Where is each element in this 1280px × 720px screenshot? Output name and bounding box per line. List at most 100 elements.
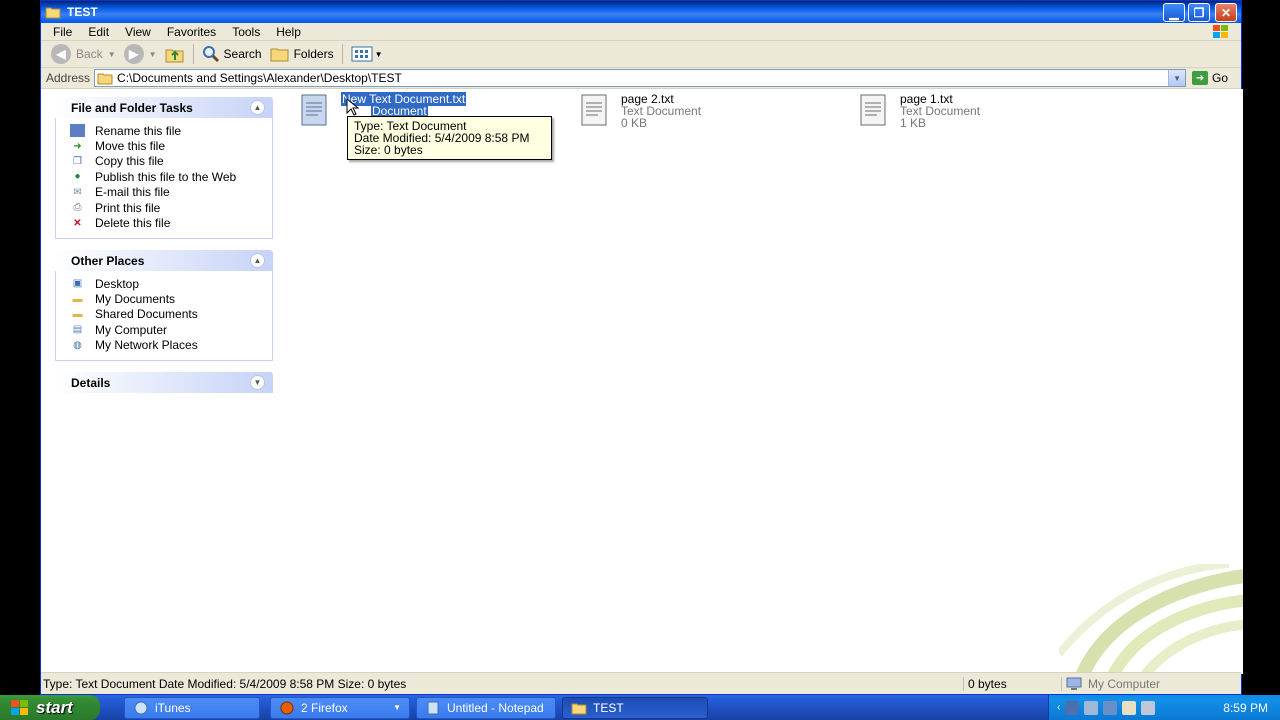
taskbar-item-firefox[interactable]: 2 Firefox ▼ — [270, 696, 410, 719]
clock[interactable]: 8:59 PM — [1223, 701, 1268, 715]
taskbar-label: Untitled - Notepad — [447, 700, 544, 715]
maximize-button[interactable]: ❐ — [1188, 3, 1210, 22]
up-button[interactable] — [161, 43, 189, 65]
place-my-computer[interactable]: ▤ My Computer — [70, 322, 272, 337]
task-rename[interactable]: Rename this file — [70, 123, 272, 138]
file-size: 1 KB — [900, 116, 927, 130]
printer-icon: ⎙ — [73, 202, 82, 214]
title-bar[interactable]: TEST ▁ ❐ ✕ — [41, 1, 1241, 23]
system-tray: ‹ 8:59 PM — [1048, 695, 1280, 720]
file-folder-tasks-panel: File and Folder Tasks ▲ Rename this file… — [55, 97, 273, 239]
menu-tools[interactable]: Tools — [224, 25, 268, 39]
go-button[interactable]: ➔ Go — [1192, 71, 1228, 85]
file-size: 0 KB — [621, 116, 648, 130]
folders-label: Folders — [293, 47, 334, 61]
tray-user-icon[interactable] — [1103, 700, 1118, 715]
chevron-down-icon: ▼ — [374, 49, 383, 59]
close-button[interactable]: ✕ — [1215, 3, 1237, 22]
place-label: My Network Places — [95, 338, 198, 353]
status-zone: My Computer — [1061, 676, 1161, 691]
toolbar: ◀ Back ▼ ▶ ▼ Search Folders ▼ — [41, 41, 1241, 68]
task-label: Copy this file — [95, 154, 164, 169]
tray-app-icon[interactable] — [1065, 700, 1080, 715]
other-places-panel: Other Places ▲ ▣ Desktop ▬ My Documents ▬ S… — [55, 250, 273, 361]
status-zone-label: My Computer — [1088, 676, 1161, 691]
delete-x-icon: ✕ — [73, 217, 82, 229]
status-size: 0 bytes — [963, 676, 1061, 691]
file-folder-tasks-header[interactable]: File and Folder Tasks ▲ — [55, 97, 273, 118]
start-label: start — [36, 697, 73, 717]
menu-view[interactable]: View — [117, 25, 159, 39]
tray-network-icon[interactable] — [1084, 700, 1099, 715]
folders-button[interactable]: Folders — [266, 43, 338, 65]
firefox-icon — [280, 701, 294, 714]
place-my-documents[interactable]: ▬ My Documents — [70, 291, 272, 306]
task-copy[interactable]: ❐ Copy this file — [70, 154, 272, 169]
email-icon: ✉ — [73, 186, 82, 198]
chevron-down-icon: ▼ — [107, 49, 116, 59]
itunes-icon — [134, 701, 148, 714]
tray-expand-icon[interactable]: ‹ — [1057, 702, 1060, 713]
taskbar-item-itunes[interactable]: iTunes — [124, 696, 260, 719]
place-shared-documents[interactable]: ▬ Shared Documents — [70, 307, 272, 322]
collapse-icon[interactable]: ▲ — [250, 100, 265, 115]
file-item[interactable]: page 1.txt Text Document 1 KB — [858, 93, 980, 129]
place-my-network[interactable]: ◍ My Network Places — [70, 338, 272, 353]
task-print[interactable]: ⎙ Print this file — [70, 200, 272, 215]
task-label: Rename this file — [95, 123, 182, 138]
forward-arrow-icon: ▶ — [123, 44, 144, 64]
file-item[interactable]: page 2.txt Text Document 0 KB — [579, 93, 701, 129]
address-input[interactable]: C:\Documents and Settings\Alexander\Desk… — [94, 69, 1187, 87]
window-title: TEST — [67, 5, 98, 19]
chevron-down-icon: ▼ — [148, 49, 157, 59]
tray-mail-icon[interactable] — [1122, 700, 1137, 715]
back-label: Back — [76, 47, 103, 61]
task-label: Print this file — [95, 200, 161, 215]
menu-help[interactable]: Help — [268, 25, 309, 39]
menu-favorites[interactable]: Favorites — [159, 25, 224, 39]
forward-button[interactable]: ▶ ▼ — [120, 43, 161, 65]
back-button[interactable]: ◀ Back ▼ — [47, 43, 120, 65]
minimize-button[interactable]: ▁ — [1163, 3, 1185, 22]
taskbar-label: TEST — [593, 700, 624, 715]
restore-icon: ❐ — [1193, 5, 1205, 20]
menu-edit[interactable]: Edit — [80, 25, 117, 39]
menu-bar: File Edit View Favorites Tools Help — [41, 23, 1241, 41]
computer-icon — [1066, 677, 1082, 690]
task-publish[interactable]: ● Publish this file to the Web — [70, 169, 272, 184]
file-folder-tasks-body: Rename this file ➜ Move this file ❐ Copy t… — [55, 118, 273, 239]
other-places-header[interactable]: Other Places ▲ — [55, 250, 273, 271]
file-info-tooltip: Type: Text Document Date Modified: 5/4/2… — [347, 116, 552, 160]
watermark-swoosh — [1059, 564, 1243, 674]
task-email[interactable]: ✉ E-mail this file — [70, 185, 272, 200]
task-delete[interactable]: ✕ Delete this file — [70, 215, 272, 230]
start-button[interactable]: start — [0, 695, 100, 720]
desktop-icon: ▣ — [72, 278, 83, 290]
search-button[interactable]: Search — [198, 43, 266, 65]
chevron-down-icon: ▼ — [393, 703, 401, 712]
expand-icon[interactable]: ▼ — [250, 375, 265, 390]
task-label: Move this file — [95, 139, 166, 154]
task-label: Delete this file — [95, 216, 171, 231]
go-arrow-icon: ➔ — [1192, 71, 1209, 85]
folder-icon — [45, 7, 61, 19]
folder-icon — [571, 703, 587, 714]
toolbar-separator — [341, 44, 343, 64]
other-places-body: ▣ Desktop ▬ My Documents ▬ Shared Documents… — [55, 271, 273, 361]
text-document-icon — [860, 94, 886, 126]
taskbar-item-test[interactable]: TEST — [562, 696, 708, 719]
task-move[interactable]: ➜ Move this file — [70, 138, 272, 153]
taskbar-item-notepad[interactable]: Untitled - Notepad — [416, 696, 556, 719]
computer-icon: ▤ — [72, 324, 83, 336]
screen: TEST ▁ ❐ ✕ File Edit View Favorites Tool… — [0, 0, 1280, 720]
menu-file[interactable]: File — [45, 25, 80, 39]
text-document-icon — [581, 94, 607, 126]
details-header[interactable]: Details ▼ — [55, 372, 273, 393]
close-icon: ✕ — [1220, 5, 1232, 20]
views-button[interactable]: ▼ — [347, 43, 387, 65]
address-dropdown-button[interactable]: ▼ — [1168, 70, 1186, 86]
search-icon — [202, 46, 219, 63]
place-desktop[interactable]: ▣ Desktop — [70, 276, 272, 291]
tray-volume-icon[interactable] — [1141, 700, 1156, 715]
collapse-icon[interactable]: ▲ — [250, 253, 265, 268]
